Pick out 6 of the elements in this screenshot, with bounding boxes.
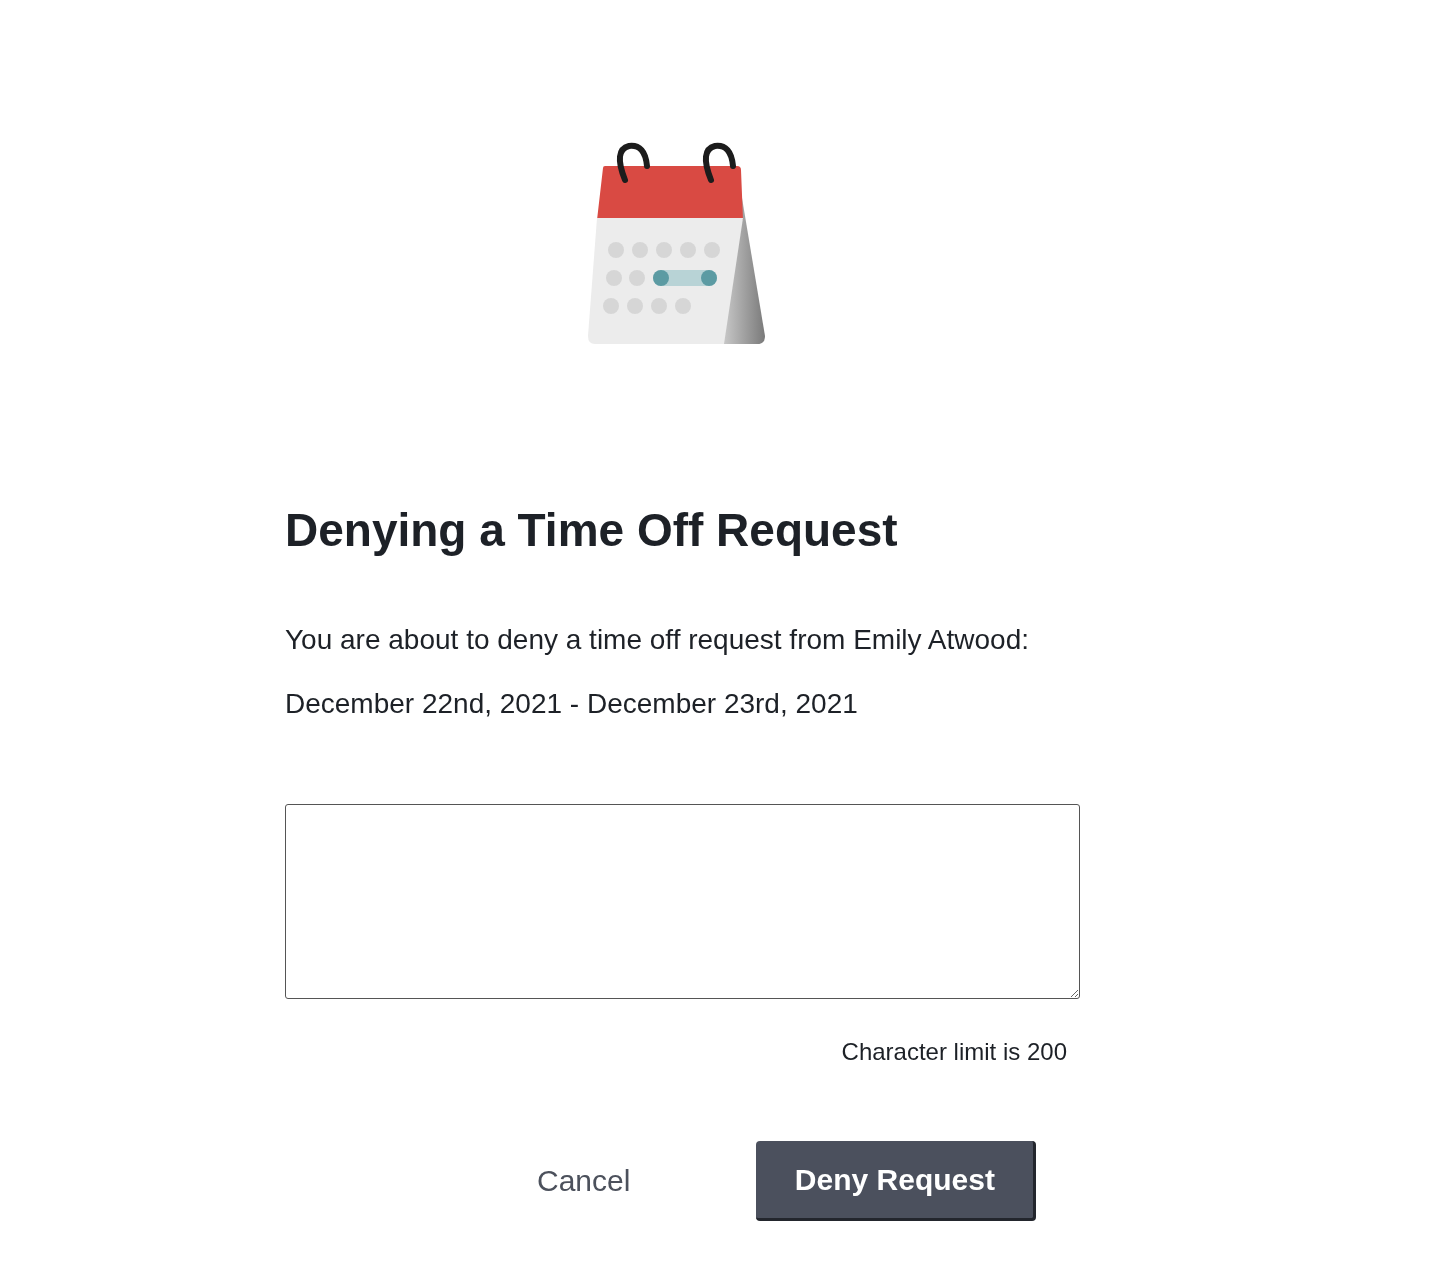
character-limit-text: Character limit is 200 <box>840 1037 1067 1067</box>
reason-field[interactable] <box>285 804 1080 999</box>
deny-request-button[interactable]: Deny Request <box>756 1141 1037 1221</box>
cancel-button[interactable]: Cancel <box>525 1154 643 1208</box>
message-text: You are about to deny a time off request from Emily Atwood: December 22nd, 2021 - December 23rd, 2021 <box>285 623 1030 721</box>
dialog-title: Denying a Time Off Request <box>285 503 899 558</box>
